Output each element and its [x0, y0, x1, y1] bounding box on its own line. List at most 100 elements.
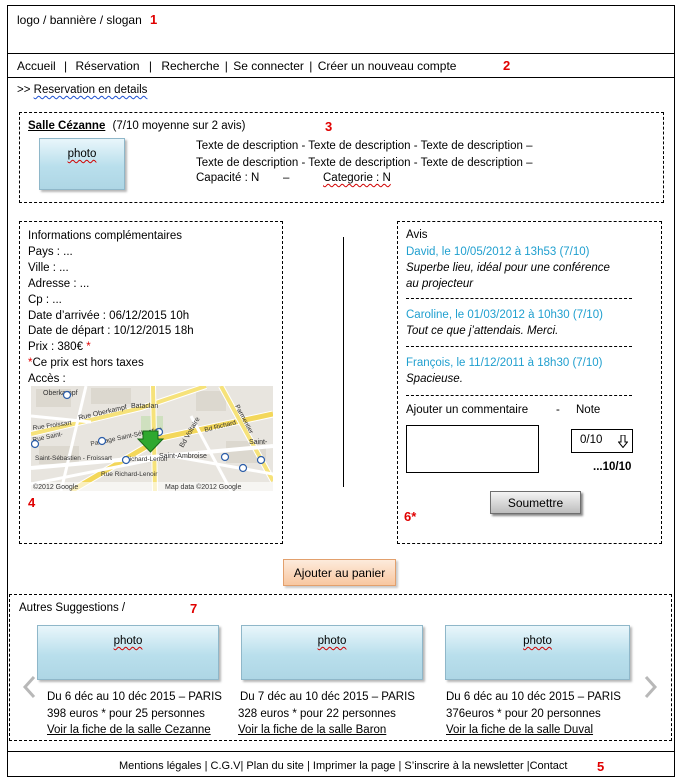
suggestion-dates: Du 6 déc au 10 déc 2015 – PARIS: [47, 691, 222, 703]
note-label: Note: [576, 404, 601, 416]
review-separator: [406, 298, 632, 299]
header-banner: logo / bannière / slogan: [17, 13, 142, 27]
suggestion-link[interactable]: Voir la fiche de la salle Baron: [238, 724, 386, 736]
annotation-marker-5: 5: [597, 759, 605, 774]
review-author: David, le 10/05/2012 à 13h53 (7/10): [406, 246, 590, 258]
review-text: au projecteur: [406, 278, 474, 290]
banner-text: logo / bannière / slogan: [17, 13, 142, 27]
room-rating: (7/10 moyenne sur 2 avis): [112, 120, 246, 132]
note-select[interactable]: 0/10: [571, 429, 633, 453]
room-description: Texte de description - Texte de descript…: [196, 138, 532, 172]
nav-accueil[interactable]: Accueil: [17, 59, 56, 73]
description-line: Texte de description - Texte de descript…: [196, 140, 533, 152]
nav-creer-compte[interactable]: Créer un nouveau compte: [318, 59, 457, 73]
map-street-label: Oberkampf: [43, 390, 78, 397]
photo-label: photo: [317, 635, 347, 647]
review-text: Spacieuse.: [406, 373, 463, 385]
review-item: François, le 11/12/2011 à 18h30 (7/10) S…: [406, 355, 602, 387]
review-item: Caroline, le 01/03/2012 à 10h30 (7/10) T…: [406, 307, 603, 339]
footer-links: Mentions légales | C.G.V| Plan du site |…: [119, 760, 568, 772]
capacity-dash: –: [283, 172, 290, 184]
submit-review-button[interactable]: Soumettre: [490, 491, 581, 514]
note-select-value: 0/10: [580, 434, 603, 446]
map-street-label: Bataclan: [131, 403, 158, 410]
suggestions-title: Autres Suggestions /: [19, 602, 126, 614]
nav-recherche[interactable]: Recherche: [161, 59, 219, 73]
add-comment-dash: -: [556, 404, 560, 416]
suggestion-dates: Du 6 déc au 10 déc 2015 – PARIS: [446, 691, 621, 703]
suggestion-dates: Du 7 déc au 10 déc 2015 – PARIS: [240, 691, 415, 703]
nav-divider: [7, 77, 675, 78]
comment-textarea[interactable]: [406, 425, 539, 473]
nav-separator: |: [148, 59, 152, 73]
main-nav: Accueil | Réservation | Recherche | Se c…: [17, 59, 456, 73]
nav-separator: |: [224, 59, 228, 73]
info-adresse: Adresse : ...: [28, 277, 90, 290]
reviews-title: Avis: [406, 229, 428, 241]
footer-plan-du-site[interactable]: Plan du site: [246, 760, 303, 772]
suggestion-photo[interactable]: photo: [445, 625, 630, 680]
review-separator: [406, 346, 632, 347]
down-arrow-icon: [618, 435, 628, 448]
map-street-label: Rue Richard-Lenoir: [101, 471, 158, 478]
room-heading: Salle Cézanne (7/10 moyenne sur 2 avis): [28, 120, 246, 132]
review-text: Superbe lieu, idéal pour une conférence: [406, 262, 610, 274]
room-name[interactable]: Salle Cézanne: [28, 120, 105, 132]
room-capacity: Capacité : N: [196, 172, 259, 184]
add-to-cart-button[interactable]: Ajouter au panier: [283, 559, 396, 586]
breadcrumb-current[interactable]: Reservation en details: [34, 84, 148, 96]
suggestion-link[interactable]: Voir la fiche de la salle Duval: [446, 724, 593, 736]
suggestion-link[interactable]: Voir la fiche de la salle Cezanne: [47, 724, 211, 736]
add-comment-label: Ajouter un commentaire: [406, 404, 529, 416]
nav-separator: |: [309, 59, 313, 73]
footer-mentions-legales[interactable]: Mentions légales: [119, 760, 202, 772]
capacity-label: Capacité : N: [196, 172, 260, 184]
photo-label: photo: [67, 148, 97, 160]
photo-label: photo: [113, 635, 143, 647]
review-text: Tout ce que j’attendais. Merci.: [406, 325, 559, 337]
nav-separator: |: [64, 59, 68, 73]
suggestion-photo[interactable]: photo: [241, 625, 423, 680]
info-ville: Ville : ...: [28, 261, 69, 274]
info-price: Prix : 380€ *: [28, 340, 194, 356]
price-value: Prix : 380€: [28, 341, 83, 354]
carousel-next-icon[interactable]: [640, 674, 660, 700]
photo-label: photo: [523, 635, 552, 647]
annotation-marker-3: 3: [325, 119, 333, 134]
annotation-marker-4: 4: [28, 495, 36, 510]
price-asterisk: *: [86, 341, 91, 354]
header-divider: [7, 53, 675, 54]
room-photo: photo: [39, 138, 125, 190]
annotation-marker-7: 7: [190, 601, 198, 616]
map-street-label: Saint-Sébastien - Froissart: [35, 455, 112, 462]
annotation-marker-6: 6*: [404, 509, 417, 524]
info-list: Informations complémentaires Pays : ... …: [28, 229, 194, 388]
suggestion-price: 398 euros * pour 25 personnes: [47, 708, 205, 720]
info-tax-note: *Ce prix est hors taxes: [28, 356, 194, 372]
info-cp: Cp : ...: [28, 293, 62, 306]
nav-se-connecter[interactable]: Se connecter: [233, 59, 304, 73]
footer-contact[interactable]: Contact: [530, 760, 568, 772]
map-street-label: Saint-: [249, 439, 268, 446]
suggestion-price: 376euros * pour 20 personnes: [446, 708, 601, 720]
description-line: Texte de description - Texte de descript…: [196, 157, 533, 169]
footer-divider: [7, 751, 675, 752]
nav-reservation[interactable]: Réservation: [76, 59, 140, 73]
info-departure: Date de départ : 10/12/2015 18h: [28, 325, 194, 338]
column-divider: [343, 237, 344, 487]
annotation-marker-1: 1: [150, 12, 158, 27]
review-author: François, le 11/12/2011 à 18h30 (7/10): [406, 357, 603, 369]
footer-imprimer[interactable]: Imprimer la page: [313, 760, 396, 772]
map-copyright: ©2012 Google: [33, 483, 78, 491]
suggestion-photo[interactable]: photo: [37, 625, 219, 680]
review-author: Caroline, le 01/03/2012 à 10h30 (7/10): [406, 309, 603, 321]
info-title: Informations complémentaires: [28, 230, 183, 242]
review-item: David, le 10/05/2012 à 13h53 (7/10) Supe…: [406, 244, 610, 292]
map-graphic: Oberkampf Rue Oberkampf Bataclan Bd Volt…: [31, 386, 273, 491]
access-map[interactable]: Oberkampf Rue Oberkampf Bataclan Bd Volt…: [31, 386, 273, 491]
info-arrival: Date d’arrivée : 06/12/2015 10h: [28, 309, 190, 322]
footer-newsletter[interactable]: S’inscrire à la newsletter: [404, 760, 523, 772]
note-total: ...10/10: [593, 461, 632, 473]
suggestion-price: 328 euros * pour 22 personnes: [238, 708, 396, 720]
footer-cgv[interactable]: C.G.V: [211, 760, 241, 772]
